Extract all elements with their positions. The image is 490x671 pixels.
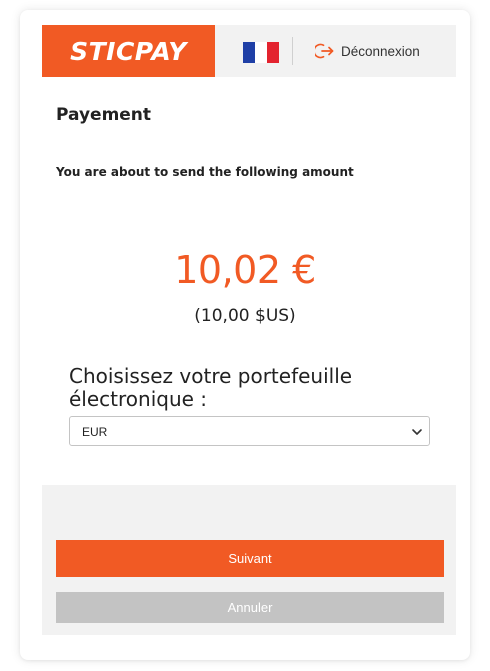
logo-text: STICPAY <box>70 36 187 66</box>
france-flag-icon[interactable] <box>243 42 279 63</box>
converted-amount: (10,00 $US) <box>194 306 296 326</box>
header-divider <box>292 37 293 65</box>
page-title: Payement <box>56 105 152 125</box>
payment-amount: 10,02 € <box>174 248 316 292</box>
payment-card: STICPAY Déconnexion Payement You are abo… <box>20 10 470 660</box>
chevron-down-icon <box>412 429 422 435</box>
sticpay-logo: STICPAY <box>42 25 215 77</box>
logout-label: Déconnexion <box>341 43 420 59</box>
flag-stripe-white <box>255 42 267 63</box>
header-bar: STICPAY Déconnexion <box>42 25 456 77</box>
wallet-label: Choisissez votre portefeuille électroniq… <box>69 364 353 411</box>
next-button[interactable]: Suivant <box>56 540 444 577</box>
wallet-select-value: EUR <box>82 425 108 439</box>
flag-stripe-red <box>267 42 279 63</box>
logout-icon <box>315 43 334 59</box>
logout-link[interactable]: Déconnexion <box>315 41 420 61</box>
intro-text: You are about to send the following amou… <box>56 165 354 179</box>
flag-stripe-blue <box>243 42 255 63</box>
wallet-select[interactable]: EUR <box>69 416 430 446</box>
cancel-button[interactable]: Annuler <box>56 592 444 623</box>
